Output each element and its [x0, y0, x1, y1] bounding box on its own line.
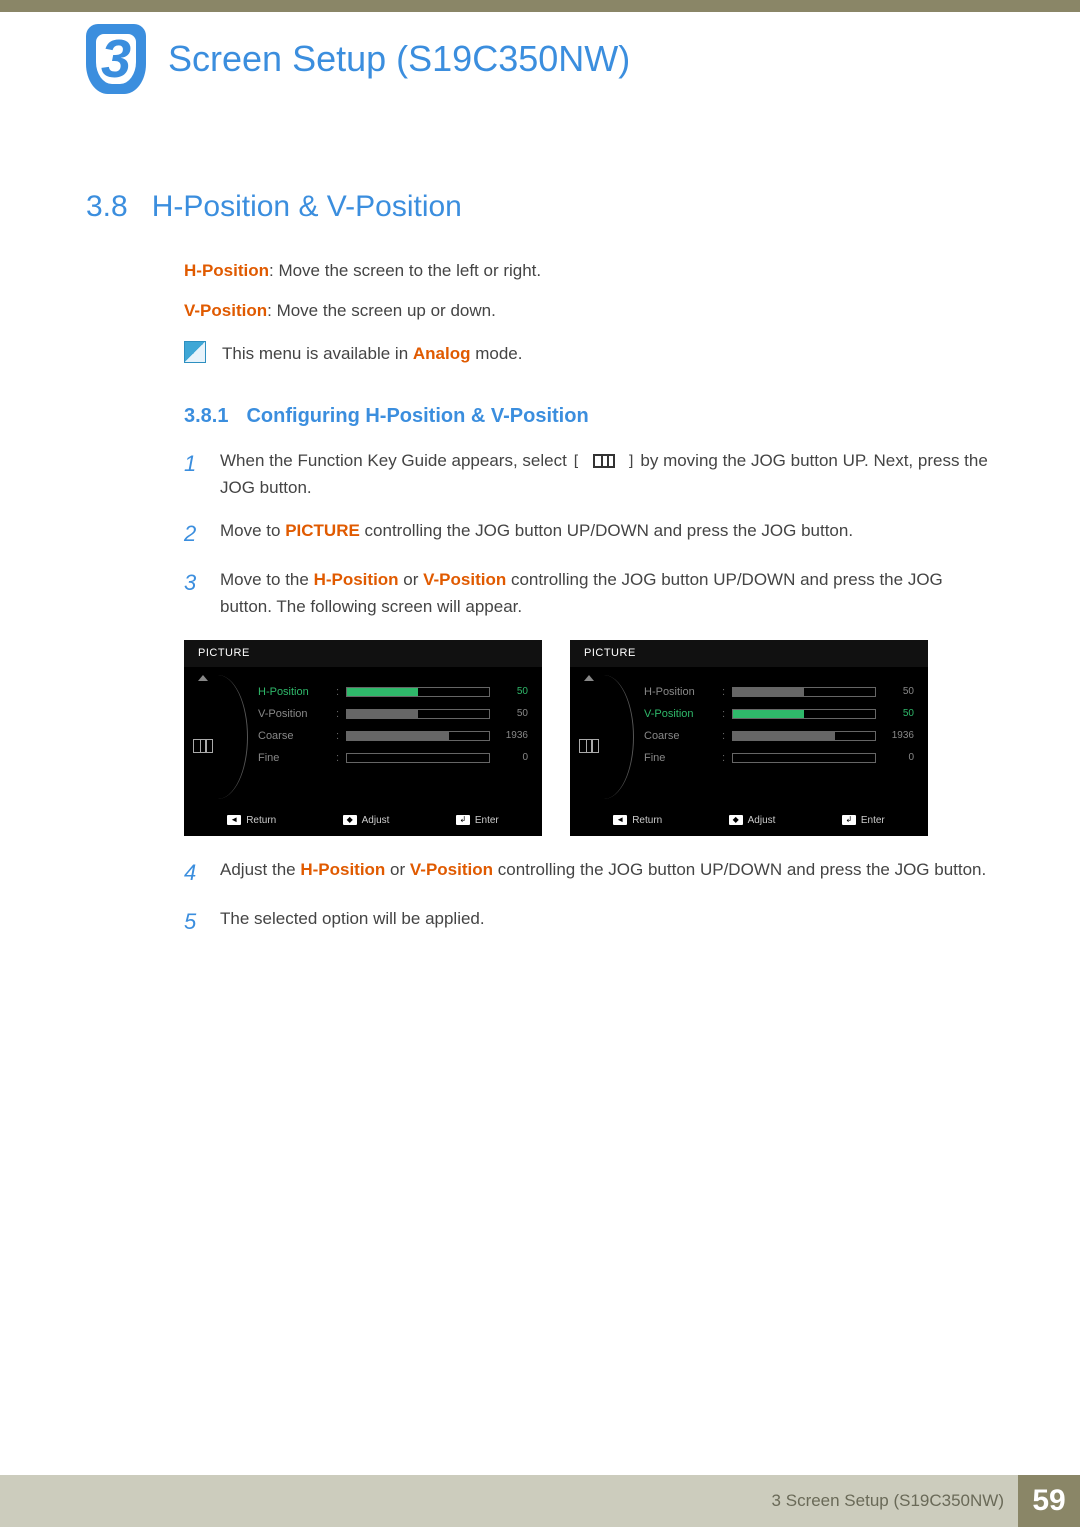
up-arrow-icon — [584, 675, 594, 681]
h-position-label: H-Position — [184, 261, 269, 280]
osd-slider — [346, 753, 490, 763]
osd-footer-label: Return — [632, 813, 662, 828]
v-position-description: V-Position: Move the screen up or down. — [86, 298, 994, 324]
step-text: When the Function Key Guide appears, sel… — [220, 447, 994, 501]
osd-item: H-Position:50 — [644, 681, 928, 703]
note-icon — [184, 341, 206, 363]
adjust-key-icon: ◆ — [343, 815, 357, 825]
osd-title: PICTURE — [184, 640, 542, 667]
step-number: 3 — [184, 566, 202, 620]
up-arrow-icon — [198, 675, 208, 681]
osd-item-value: 50 — [884, 706, 914, 721]
step-number: 1 — [184, 447, 202, 501]
step-number: 4 — [184, 856, 202, 889]
menu-icon — [579, 739, 599, 753]
top-accent-bar — [0, 0, 1080, 12]
osd-item: H-Position:50 — [258, 681, 542, 703]
osd-footer-label: Return — [246, 813, 276, 828]
note: This menu is available in Analog mode. — [86, 341, 994, 367]
osd-slider — [732, 687, 876, 697]
step-number: 5 — [184, 905, 202, 938]
osd-item-label: H-Position — [258, 684, 336, 701]
step-text: Move to the H-Position or V-Position con… — [220, 566, 994, 620]
osd-item-label: Coarse — [644, 728, 722, 745]
osd-item-label: V-Position — [644, 706, 722, 723]
note-text: This menu is available in Analog mode. — [222, 341, 522, 367]
subsection-number: 3.8.1 — [184, 401, 228, 431]
footer-text: 3 Screen Setup (S19C350NW) — [772, 1491, 1004, 1511]
step-text: The selected option will be applied. — [220, 905, 485, 938]
osd-item-value: 0 — [498, 750, 528, 765]
osd-slider — [732, 709, 876, 719]
osd-item-label: Fine — [258, 750, 336, 767]
step-text: Move to PICTURE controlling the JOG butt… — [220, 517, 853, 550]
return-key-icon: ◄ — [227, 815, 241, 825]
page-content: 3.8 H-Position & V-Position H-Position: … — [86, 190, 994, 938]
osd-item: Fine:0 — [258, 747, 542, 769]
return-key-icon: ◄ — [613, 815, 627, 825]
chapter-title: Screen Setup (S19C350NW) — [168, 38, 630, 80]
step-4: 4 Adjust the H-Position or V-Position co… — [86, 856, 994, 889]
osd-item-value: 0 — [884, 750, 914, 765]
osd-footer-label: Enter — [475, 813, 499, 828]
osd-slider — [346, 709, 490, 719]
osd-item: Coarse:1936 — [258, 725, 542, 747]
step-2: 2 Move to PICTURE controlling the JOG bu… — [86, 517, 994, 550]
section-body: H-Position: Move the screen to the left … — [86, 258, 994, 938]
h-position-description: H-Position: Move the screen to the left … — [86, 258, 994, 284]
osd-item-label: V-Position — [258, 706, 336, 723]
enter-key-icon: ↲ — [842, 815, 856, 825]
section-title: H-Position & V-Position — [152, 190, 462, 224]
h-position-text: : Move the screen to the left or right. — [269, 261, 541, 280]
chapter-number: 3 — [101, 28, 131, 90]
menu-icon — [193, 739, 213, 753]
osd-slider — [732, 753, 876, 763]
osd-item-value: 1936 — [498, 728, 528, 743]
step-1: 1 When the Function Key Guide appears, s… — [86, 447, 994, 501]
v-position-text: : Move the screen up or down. — [267, 301, 496, 320]
chapter-header: 3 Screen Setup (S19C350NW) — [86, 24, 630, 94]
osd-panel-left: PICTURE H-Position:50V-Position:50Coarse:… — [184, 640, 542, 836]
step-number: 2 — [184, 517, 202, 550]
osd-panel-right: PICTURE H-Position:50V-Position:50Coarse:… — [570, 640, 928, 836]
osd-footer-label: Adjust — [362, 813, 390, 828]
osd-item-label: Coarse — [258, 728, 336, 745]
step-3: 3 Move to the H-Position or V-Position c… — [86, 566, 994, 620]
osd-footer-label: Adjust — [748, 813, 776, 828]
menu-icon: [ ] — [572, 449, 636, 473]
osd-item-label: H-Position — [644, 684, 722, 701]
v-position-label: V-Position — [184, 301, 267, 320]
page-number: 59 — [1018, 1475, 1080, 1527]
osd-item-value: 50 — [498, 684, 528, 699]
osd-slider — [346, 687, 490, 697]
osd-item-value: 50 — [498, 706, 528, 721]
osd-item: V-Position:50 — [644, 703, 928, 725]
footer-bar: 3 Screen Setup (S19C350NW) — [0, 1475, 1018, 1527]
subsection-heading: 3.8.1 Configuring H-Position & V-Positio… — [86, 401, 994, 431]
osd-screenshots: PICTUREH-Position:50V-Position:50Coarse:… — [184, 640, 994, 836]
osd-title: PICTURE — [570, 640, 928, 667]
section-heading: 3.8 H-Position & V-Position — [86, 190, 994, 224]
osd-slider — [346, 731, 490, 741]
step-5: 5 The selected option will be applied. — [86, 905, 994, 938]
osd-item-value: 1936 — [884, 728, 914, 743]
section-number: 3.8 — [86, 190, 128, 224]
enter-key-icon: ↲ — [456, 815, 470, 825]
osd-item: Coarse:1936 — [644, 725, 928, 747]
chapter-badge: 3 — [86, 24, 146, 94]
adjust-key-icon: ◆ — [729, 815, 743, 825]
osd-item: V-Position:50 — [258, 703, 542, 725]
step-text: Adjust the H-Position or V-Position cont… — [220, 856, 986, 889]
subsection-title: Configuring H-Position & V-Position — [246, 401, 588, 431]
page-footer: 3 Screen Setup (S19C350NW) 59 — [0, 1475, 1080, 1527]
osd-slider — [732, 731, 876, 741]
osd-item-value: 50 — [884, 684, 914, 699]
osd-item: Fine:0 — [644, 747, 928, 769]
osd-footer-label: Enter — [861, 813, 885, 828]
osd-item-label: Fine — [644, 750, 722, 767]
